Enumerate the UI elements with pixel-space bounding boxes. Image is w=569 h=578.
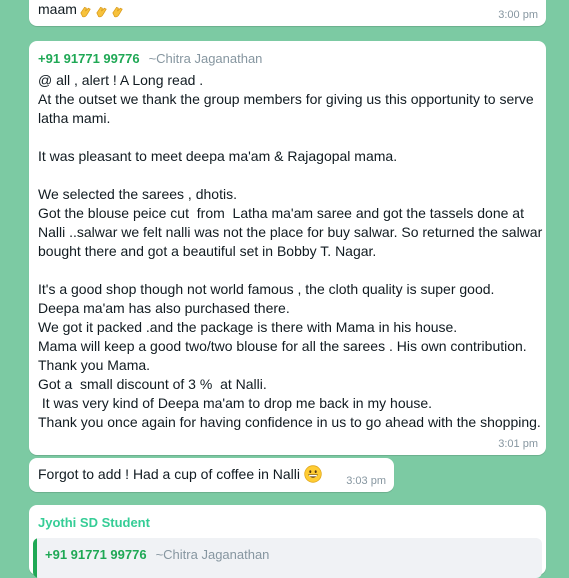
message-time: 3:03 pm (346, 475, 386, 487)
message-sender[interactable]: Jyothi SD Student (38, 514, 150, 531)
quote-bar (33, 538, 37, 578)
message-text-content: maam (38, 1, 77, 17)
message-time: 3:00 pm (498, 9, 538, 21)
message-bubble[interactable]: Forgot to add ! Had a cup of coffee in N… (29, 458, 394, 492)
message-text: @ all , alert ! A Long read . At the out… (38, 72, 543, 430)
message-time: 3:01 pm (498, 438, 538, 450)
sender-name: ~Chitra Jaganathan (148, 51, 263, 66)
quoted-sender: +91 91771 99776 ~Chitra Jaganathan (45, 546, 269, 563)
clapping-hands-icon (77, 3, 125, 22)
message-bubble[interactable]: maam 3:00 pm (29, 0, 546, 26)
quoted-phone: +91 91771 99776 (45, 547, 147, 562)
message-bubble[interactable]: +91 91771 99776 ~Chitra Jaganathan @ all … (29, 41, 546, 455)
grinning-face-icon (304, 465, 322, 483)
message-text: Forgot to add ! Had a cup of coffee in N… (38, 465, 322, 484)
message-text-content: Forgot to add ! Had a cup of coffee in N… (38, 466, 301, 482)
quoted-name: ~Chitra Jaganathan (155, 547, 270, 562)
message-text: maam (38, 0, 125, 22)
message-bubble[interactable]: Jyothi SD Student +91 91771 99776 ~Chitra… (29, 505, 546, 578)
quoted-message[interactable]: +91 91771 99776 ~Chitra Jaganathan (33, 538, 542, 578)
message-sender: +91 91771 99776 ~Chitra Jaganathan (38, 50, 262, 67)
sender-phone[interactable]: +91 91771 99776 (38, 51, 140, 66)
